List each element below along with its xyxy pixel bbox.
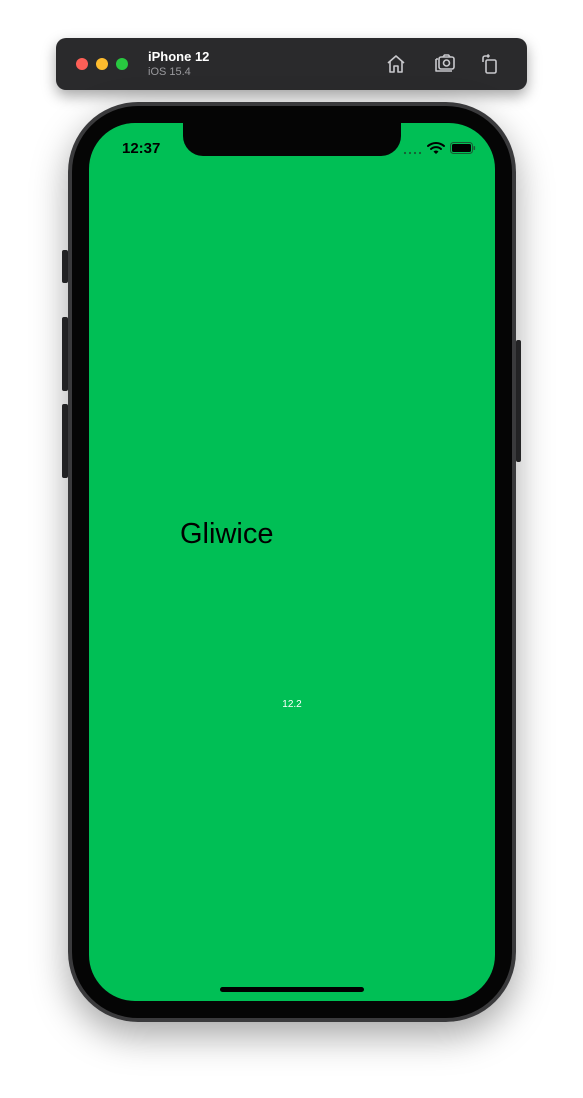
screenshot-icon[interactable] [433,52,457,76]
app-screen[interactable]: 12:37 Gliwice 12.2 [89,123,495,1001]
wifi-icon [427,141,445,155]
battery-icon [450,142,476,154]
device-name: iPhone 12 [148,49,210,64]
power-button [516,340,521,462]
home-icon[interactable] [384,52,408,76]
device-os-version: iOS 15.4 [148,66,191,78]
simulator-toolbar: iPhone 12 iOS 15.4 [56,38,527,90]
signal-icon [403,151,423,155]
minimize-window-button[interactable] [96,58,108,70]
zoom-window-button[interactable] [116,58,128,70]
close-window-button[interactable] [76,58,88,70]
temperature-value: 12.2 [282,699,302,710]
rotate-icon[interactable] [478,52,502,76]
simulator-stage: iPhone 12 iOS 15.4 12:37 Gliwice 12.2 [0,0,583,1098]
status-time: 12:37 [122,140,161,157]
city-name: Gliwice [180,518,274,550]
home-indicator[interactable] [220,987,364,992]
camera-notch [183,123,401,156]
